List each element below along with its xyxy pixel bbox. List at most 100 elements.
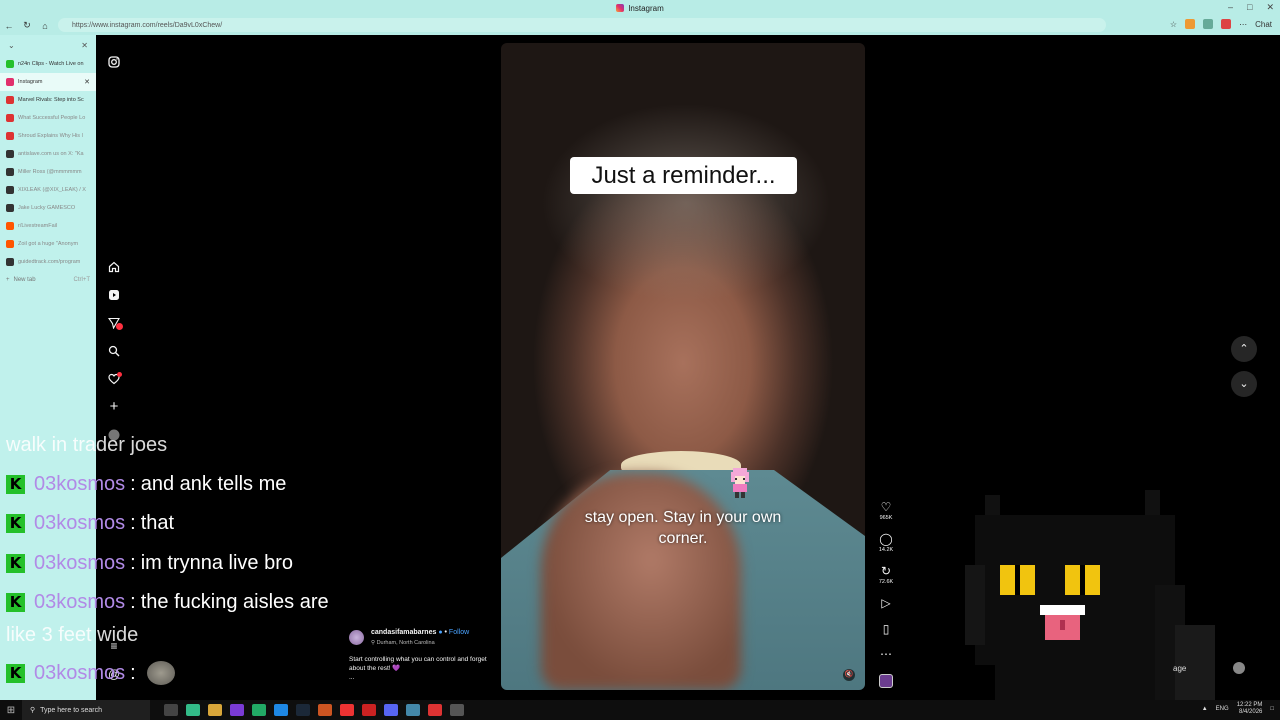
comment-count: 14.2K	[878, 547, 894, 553]
extension-icon[interactable]	[1185, 19, 1196, 29]
settings-icon[interactable]: ⋯	[1239, 20, 1247, 29]
app-icon[interactable]	[450, 704, 464, 716]
address-bar[interactable]: https://www.instagram.com/reels/Da9vL0xC…	[58, 18, 1106, 32]
tab-item[interactable]: Jake Lucky GAMESCO	[0, 199, 96, 217]
tab-favicon-icon	[6, 114, 14, 122]
chat-button[interactable]: Chat	[1255, 20, 1272, 29]
author-avatar[interactable]	[349, 630, 364, 645]
tab-favicon-icon	[6, 168, 14, 176]
windows-taskbar: ⊞ ⚲ Type here to search ▲ ENG 12:22 PM 8…	[0, 700, 1280, 720]
favorites-icon[interactable]: ☆	[1170, 20, 1177, 29]
tab-favicon-icon	[6, 150, 14, 158]
chrome-icon[interactable]	[186, 704, 200, 716]
maximize-icon[interactable]: □	[1247, 2, 1252, 13]
kick-badge-icon: K	[6, 474, 25, 494]
home-nav-icon[interactable]	[108, 261, 120, 273]
tab-favicon-icon	[6, 186, 14, 194]
chat-emote-icon	[146, 661, 175, 685]
reel-video[interactable]	[501, 43, 865, 690]
tab-title: r/LivestreamFail	[18, 223, 58, 229]
tab-title: guidedtrack.com/program	[18, 259, 81, 265]
task-view-icon[interactable]	[164, 704, 178, 716]
tab-item[interactable]: antislave.com us on X: "Ka	[0, 145, 96, 163]
tab-item[interactable]: Shroud Explains Why His l	[0, 127, 96, 145]
chat-username: 03kosmos	[34, 661, 126, 684]
language-indicator[interactable]: ENG	[1216, 706, 1229, 712]
close-icon[interactable]: ✕	[1266, 2, 1274, 13]
tab-item[interactable]: Zoil got a huge "Anonym	[0, 235, 96, 253]
app-icon[interactable]	[318, 704, 332, 716]
tab-item[interactable]: guidedtrack.com/program	[0, 253, 96, 271]
tab-item[interactable]: XIXLEAK (@XIX_LEAK) / X	[0, 181, 96, 199]
tab-favicon-icon	[6, 60, 14, 68]
next-reel-button[interactable]: ⌄	[1231, 371, 1257, 397]
kick-badge-icon: K	[6, 663, 25, 683]
tab-favicon-icon	[6, 204, 14, 212]
follow-button[interactable]: Follow	[449, 629, 469, 636]
windows-start-icon[interactable]: ⊞	[0, 705, 22, 716]
tab-title: Zoil got a huge "Anonym	[18, 241, 79, 247]
file-explorer-icon[interactable]	[208, 704, 222, 716]
notification-center-icon[interactable]: □	[1270, 706, 1274, 712]
tab-item[interactable]: r/LivestreamFail	[0, 217, 96, 235]
mute-icon[interactable]: 🔇	[843, 669, 855, 681]
chat-username: 03kosmos	[34, 511, 126, 534]
tab-item[interactable]: What Successful People Lo	[0, 109, 96, 127]
more-link[interactable]: ...	[349, 674, 354, 681]
chat-separator: :	[130, 661, 136, 684]
refresh-icon[interactable]: ↻	[18, 20, 36, 31]
comment-button[interactable]: ◯ 14.2K	[876, 533, 896, 554]
network-icon[interactable]: ▲	[1202, 706, 1208, 712]
back-icon[interactable]: ←	[0, 21, 18, 31]
chat-continuation-line: like 3 feet wide	[6, 620, 138, 650]
create-nav-icon[interactable]: +	[108, 399, 120, 414]
repost-button[interactable]: ↻ 72.6K	[876, 564, 896, 586]
window-controls: – □ ✕	[1228, 2, 1274, 13]
chat-separator: :	[130, 590, 136, 613]
app-icon[interactable]	[428, 704, 442, 716]
app-icon[interactable]	[362, 704, 376, 716]
more-options-button[interactable]: ⋯	[876, 648, 896, 661]
chat-message: K 03kosmos : that	[6, 508, 174, 538]
tab-favicon-icon	[6, 258, 14, 266]
overlay-partial-text: age	[1173, 664, 1187, 673]
chat-text: and ank tells me	[140, 472, 287, 495]
author-name[interactable]: candasifamabarnes	[371, 629, 436, 636]
repost-icon: ↻	[880, 564, 892, 578]
tab-item[interactable]: Instagram ✕	[0, 73, 96, 91]
pin-icon[interactable]: ✕	[81, 41, 88, 50]
clock-date: 8/4/2026	[1239, 709, 1263, 715]
collapse-icon[interactable]: ⌄	[8, 41, 15, 50]
tab-item[interactable]: n24n Clips - Watch Live on	[0, 55, 96, 73]
like-button[interactable]: ♡ 965K	[876, 501, 896, 522]
taskbar-search[interactable]: ⚲ Type here to search	[22, 700, 150, 720]
tab-item[interactable]: Marvel Rivals: Step into Sc	[0, 91, 96, 109]
reels-nav-icon[interactable]	[108, 289, 120, 301]
steam-icon[interactable]	[296, 704, 310, 716]
tab-close-icon[interactable]: ✕	[84, 78, 90, 86]
previous-reel-button[interactable]: ⌃	[1231, 336, 1257, 362]
share-button[interactable]: ▷	[876, 597, 896, 610]
new-tab-button[interactable]: + New tab Ctrl+T	[0, 271, 96, 289]
chat-message: K 03kosmos : and ank tells me	[6, 469, 286, 499]
chat-separator: :	[130, 472, 136, 495]
app-icon[interactable]	[252, 704, 266, 716]
extension-icon[interactable]	[1221, 19, 1232, 29]
author-location[interactable]: ⚲ Durham, North Carolina	[371, 640, 435, 646]
app-icon[interactable]	[406, 704, 420, 716]
discord-icon[interactable]	[384, 704, 398, 716]
tab-item[interactable]: Miller Ross (@mmmmmm	[0, 163, 96, 181]
save-button[interactable]: ▯	[876, 623, 896, 636]
home-icon[interactable]: ⌂	[36, 21, 54, 31]
ellipsis-icon: ⋯	[880, 647, 892, 661]
original-audio-thumbnail[interactable]	[879, 674, 893, 688]
app-icon[interactable]	[230, 704, 244, 716]
youtube-icon[interactable]	[340, 704, 354, 716]
extension-icon[interactable]	[1203, 19, 1214, 29]
instagram-logo-icon[interactable]	[108, 56, 120, 68]
edge-icon[interactable]	[274, 704, 288, 716]
search-nav-icon[interactable]	[108, 345, 120, 357]
taskbar-app-icons	[164, 704, 464, 716]
clock[interactable]: 12:22 PM 8/4/2026	[1237, 702, 1263, 716]
minimize-icon[interactable]: –	[1228, 2, 1233, 13]
